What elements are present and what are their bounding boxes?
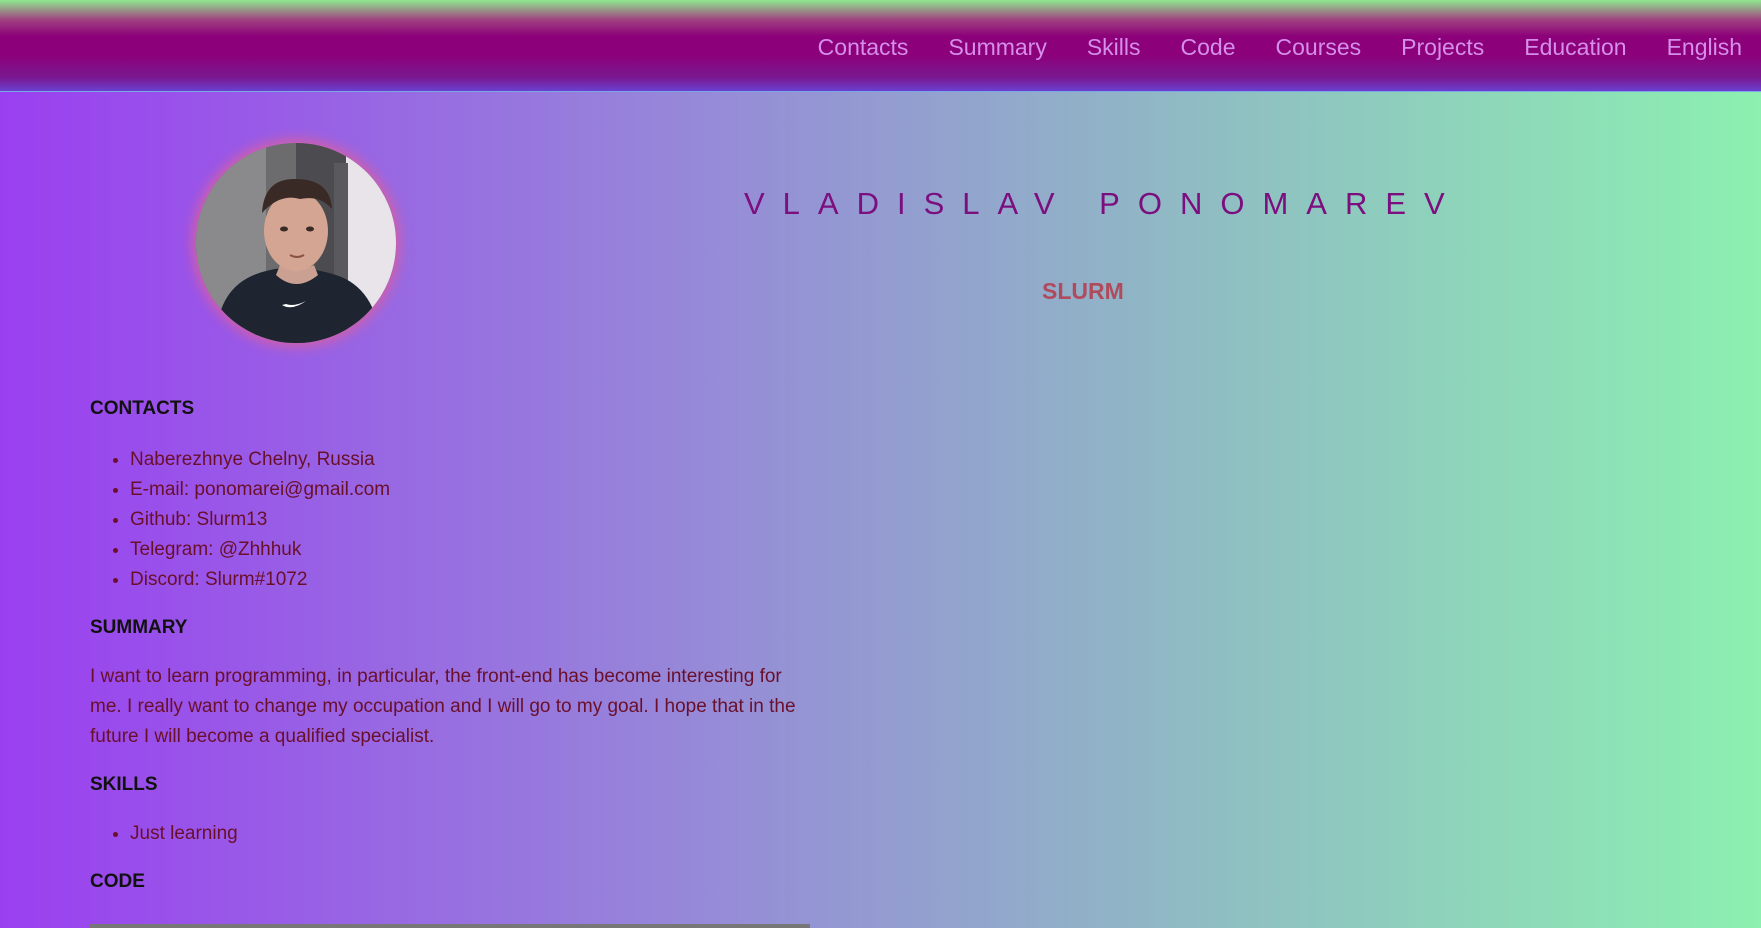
- contacts-list: Naberezhnye Chelny, Russia E-mail: ponom…: [90, 445, 815, 595]
- profile-photo: [196, 143, 396, 343]
- code-title: CODE: [90, 871, 145, 892]
- contact-github[interactable]: Github: Slurm13: [130, 505, 815, 535]
- skill-item: Just learning: [130, 819, 815, 849]
- skills-title: SKILLS: [90, 774, 158, 795]
- profile-subtitle: SLURM: [1042, 278, 1124, 304]
- code-block-edge: [90, 924, 810, 928]
- nav-item-courses[interactable]: Courses: [1276, 33, 1362, 61]
- summary-title: SUMMARY: [90, 617, 188, 638]
- top-navbar: Contacts Summary Skills Code Courses Pro…: [0, 0, 1761, 92]
- avatar: [196, 143, 396, 343]
- nav-item-contacts[interactable]: Contacts: [818, 33, 909, 61]
- contacts-title: CONTACTS: [90, 398, 195, 419]
- nav-item-projects[interactable]: Projects: [1401, 33, 1484, 61]
- profile-name: VLADISLAV PONOMAREV: [744, 186, 1463, 221]
- nav-item-code[interactable]: Code: [1181, 33, 1236, 61]
- nav-item-english[interactable]: English: [1667, 33, 1742, 61]
- skills-list: Just learning: [90, 819, 815, 849]
- contact-telegram[interactable]: Telegram: @Zhhhuk: [130, 535, 815, 565]
- nav-menu: Contacts Summary Skills Code Courses Pro…: [818, 33, 1742, 61]
- contact-email[interactable]: E-mail: ponomarei@gmail.com: [130, 475, 815, 505]
- nav-item-education[interactable]: Education: [1524, 33, 1626, 61]
- summary-text: I want to learn programming, in particul…: [90, 666, 796, 747]
- main-content: CONTACTS Naberezhnye Chelny, Russia E-ma…: [90, 396, 815, 895]
- nav-item-summary[interactable]: Summary: [948, 33, 1046, 61]
- contact-discord[interactable]: Discord: Slurm#1072: [130, 565, 815, 595]
- contact-location: Naberezhnye Chelny, Russia: [130, 445, 815, 475]
- nav-item-skills[interactable]: Skills: [1087, 33, 1141, 61]
